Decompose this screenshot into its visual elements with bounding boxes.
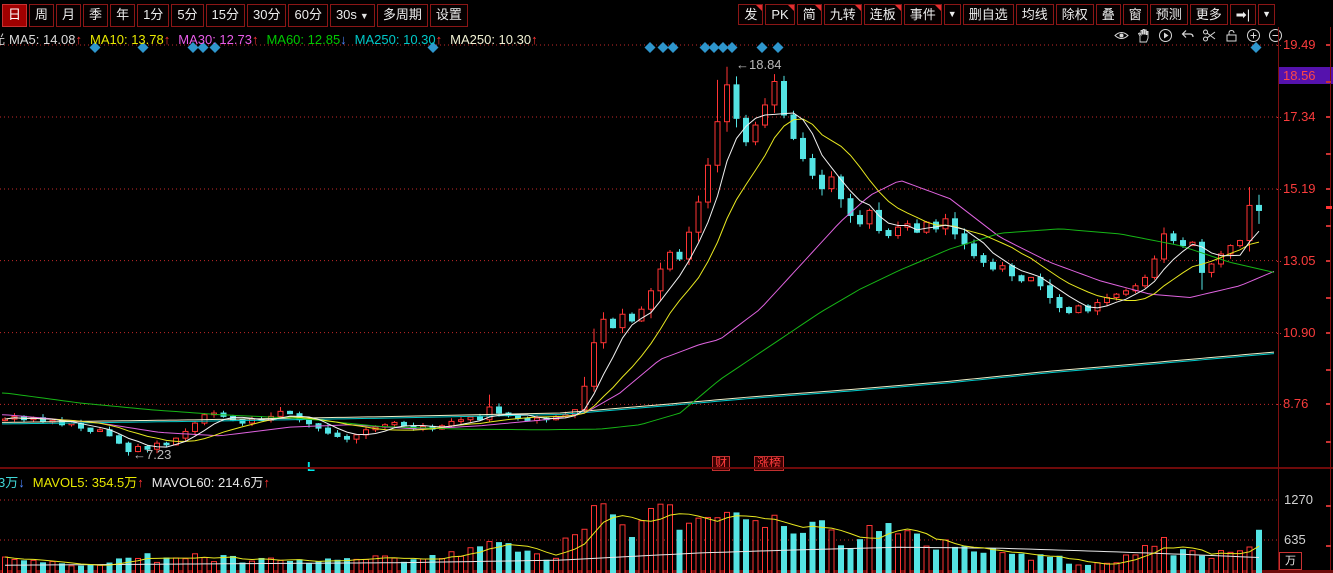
up-arrow-icon: ↑: [137, 475, 144, 490]
ma-label-ma10: MA10: 13.78↑: [90, 32, 171, 47]
zoom-out-icon[interactable]: [1268, 28, 1283, 43]
top-toolbar: 日周月季年 1分 5分 15分 30分 60分 30s ▼ 多周期 设置 发 PK 简九转 连板 事件 ▼ 删…: [0, 0, 1333, 27]
play-icon[interactable]: [1158, 28, 1173, 43]
up-arrow-icon: ↑: [531, 32, 538, 47]
volume-unit-box: 万: [1279, 552, 1302, 570]
down-arrow-icon: ↓: [340, 32, 347, 47]
edge-tick: [1326, 441, 1331, 443]
right-edge-border[interactable]: [1330, 27, 1331, 571]
toolbar-events[interactable]: 事件: [903, 4, 942, 25]
event-diamond-icon[interactable]: [756, 42, 768, 53]
price-axis-label: 15.19: [1283, 181, 1316, 196]
event-diamond-icon[interactable]: [772, 42, 784, 53]
toolbar-period-60min[interactable]: 60分: [288, 4, 328, 27]
edge-tick: [1326, 225, 1331, 227]
up-arrow-icon: ↑: [263, 475, 271, 490]
toolbar-exright[interactable]: 除权: [1055, 4, 1094, 25]
chevron-down-icon: ▼: [359, 11, 369, 21]
toolbar-overlay[interactable]: 叠: [1095, 4, 1121, 25]
toolbar-forecast[interactable]: 预测: [1149, 4, 1188, 25]
up-arrow-icon: ↑: [163, 32, 171, 47]
scissors-icon[interactable]: [1202, 28, 1217, 43]
ma-label-ma5: MA5: 14.08↑: [9, 32, 83, 47]
toolbar-period-week[interactable]: 周: [29, 4, 55, 27]
tools-toolbar: 发 PK 简九转 连板 事件 ▼ 删自选 均线 除权叠窗预测 更多 ➡| ▼: [738, 4, 1275, 25]
volume-axis-top: 1270: [1284, 492, 1313, 507]
toolbar-period-year[interactable]: 年: [110, 4, 136, 27]
toolbar-multi-period[interactable]: 多周期: [376, 4, 428, 27]
vol-label: 3万↓: [0, 475, 25, 490]
toolbar-pk[interactable]: PK: [765, 4, 795, 25]
toolbar-period-1min[interactable]: 1分: [137, 4, 170, 27]
volume-axis-mid: 635: [1284, 532, 1306, 547]
event-diamond-icon[interactable]: [644, 42, 656, 53]
pane-separator: [0, 467, 1333, 469]
event-diamond-icon[interactable]: [726, 42, 738, 53]
mavol5-label: MAVOL5: 354.5万↑: [32, 475, 144, 490]
ma-label-ma60: MA60: 12.85↓: [266, 32, 347, 47]
toolbar-jump-end[interactable]: ➡|: [1229, 4, 1257, 25]
undo-icon[interactable]: [1180, 28, 1195, 43]
chart-toolbar-icons: [1114, 28, 1283, 43]
up-arrow-icon: ↑: [75, 32, 83, 47]
price-axis-label: 10.90: [1283, 324, 1316, 340]
toolbar-ma-lines[interactable]: 均线: [1015, 4, 1054, 25]
axis-border: [1278, 27, 1279, 571]
mavol60-label: MAVOL60: 214.6万↑: [151, 475, 271, 490]
stock-name-fragment: 光: [0, 32, 5, 47]
ma-label-ma250-b: MA250: 10.30↑: [450, 32, 538, 47]
up-arrow-icon: ↑: [251, 32, 259, 47]
edge-tick: [1326, 297, 1331, 299]
edge-price-marker: [1326, 206, 1332, 209]
edge-tick: [1326, 81, 1331, 83]
price-axis-label: 8.76: [1283, 396, 1309, 412]
event-diamond-icon[interactable]: [667, 42, 679, 53]
main-chart-pane[interactable]: [0, 27, 1278, 468]
toolbar-period-month[interactable]: 月: [56, 4, 82, 27]
down-arrow-icon: ↓: [18, 475, 25, 490]
edge-tick: [1326, 369, 1331, 371]
toolbar-period-5min[interactable]: 5分: [171, 4, 204, 27]
price-axis-label: 13.05: [1283, 252, 1316, 268]
price-axis-label: 17.34: [1283, 109, 1316, 124]
event-diamond-icon[interactable]: [1250, 42, 1262, 53]
toolbar-more-caret[interactable]: ▼: [1258, 4, 1275, 25]
ma-legend-row: 光 MA5: 14.08↑ MA10: 13.78↑ MA30: 12.73↑ MA60…: [0, 29, 546, 47]
toolbar-events-caret[interactable]: ▼: [943, 4, 961, 25]
toolbar-settings[interactable]: 设置: [429, 4, 468, 27]
edge-tick: [1326, 545, 1331, 547]
toolbar-more[interactable]: 更多: [1189, 4, 1228, 25]
toolbar-simple[interactable]: 简: [796, 4, 822, 25]
toolbar-lianban[interactable]: 连板: [863, 4, 902, 25]
ma-label-ma250-a: MA250: 10.30↑: [354, 32, 443, 47]
toolbar-nine-turn[interactable]: 九转: [823, 4, 862, 25]
toolbar-window[interactable]: 窗: [1122, 4, 1148, 25]
current-price-chip: 18.56: [1278, 67, 1333, 84]
edge-tick: [1326, 153, 1331, 155]
event-diamond-icon[interactable]: [657, 42, 669, 53]
eye-icon[interactable]: [1114, 28, 1129, 43]
toolbar-period-15min[interactable]: 15分: [205, 4, 246, 27]
lock-icon[interactable]: [1224, 28, 1239, 43]
period-toolbar: 日周月季年 1分 5分 15分 30分 60分 30s ▼ 多周期 设置: [2, 4, 468, 27]
toolbar-period-30min[interactable]: 30分: [247, 4, 287, 27]
hand-icon[interactable]: [1136, 28, 1151, 43]
toolbar-period-30s[interactable]: 30s ▼: [329, 4, 375, 27]
price-axis-label: 19.49: [1283, 37, 1316, 52]
volume-legend-row: 3万↓ MAVOL5: 354.5万↑ MAVOL60: 214.6万↑: [0, 472, 278, 491]
ma-label-ma30: MA30: 12.73↑: [178, 32, 259, 47]
up-arrow-icon: ↑: [435, 32, 443, 47]
toolbar-delete-watchlist[interactable]: 删自选: [962, 4, 1014, 25]
toolbar-publish[interactable]: 发: [738, 4, 764, 25]
toolbar-period-day[interactable]: 日: [2, 4, 28, 27]
low-annotation: ←7.23: [133, 447, 172, 462]
toolbar-period-quarter[interactable]: 季: [83, 4, 109, 27]
edge-tick: [1326, 505, 1331, 507]
high-annotation: ←18.84: [736, 57, 782, 72]
zoom-in-icon[interactable]: [1246, 28, 1261, 43]
